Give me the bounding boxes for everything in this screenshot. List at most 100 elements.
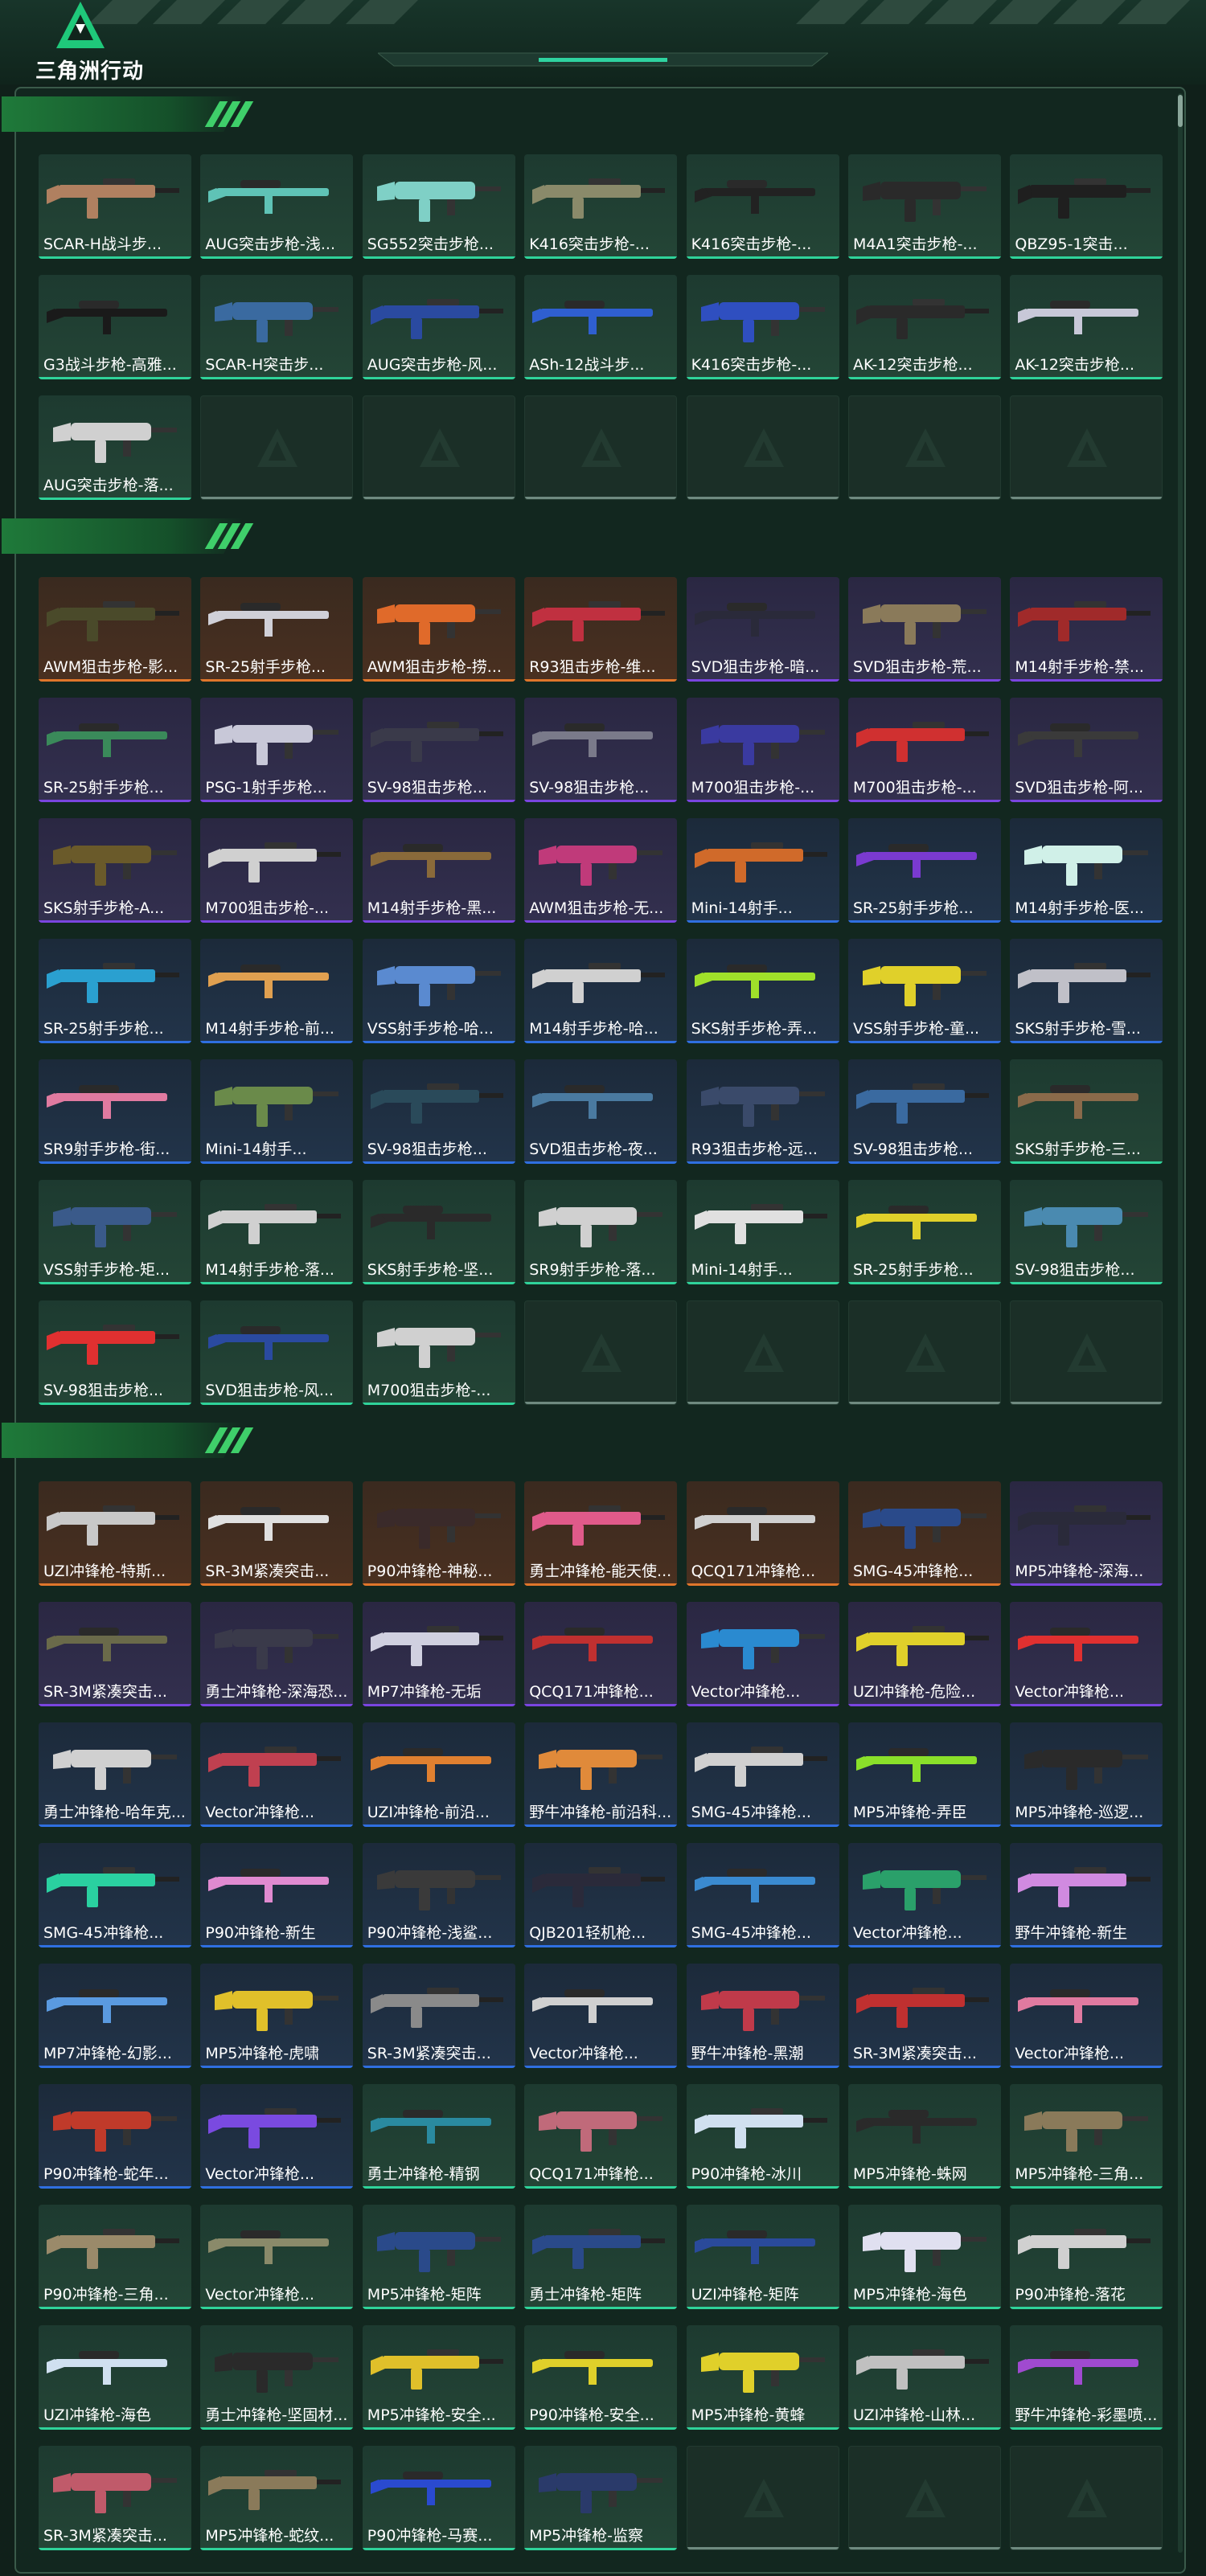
weapon-card[interactable]: SR-3M紧凑突击...	[39, 1602, 191, 1706]
weapon-card[interactable]: VSS射手步枪-矩...	[39, 1180, 191, 1284]
weapon-card[interactable]: M700狙击步枪-...	[686, 698, 839, 802]
weapon-card[interactable]: M14射手步枪-黑...	[362, 818, 515, 923]
weapon-card[interactable]: SVD狙击步枪-暗...	[686, 577, 839, 682]
weapon-card[interactable]: P90冲锋枪-三角...	[39, 2205, 191, 2309]
weapon-card[interactable]: MP5冲锋枪-蛇纹...	[200, 2446, 354, 2550]
weapon-card[interactable]: 野牛冲锋枪-前沿科...	[524, 1722, 678, 1827]
weapon-card[interactable]: SR-25射手步枪...	[39, 939, 191, 1043]
weapon-card[interactable]: AK-12突击步枪...	[1010, 275, 1163, 379]
weapon-card[interactable]: Vector冲锋枪...	[686, 1602, 839, 1706]
weapon-card[interactable]: SVD狙击步枪-风...	[200, 1300, 354, 1405]
weapon-card[interactable]: MP5冲锋枪-安全...	[362, 2325, 515, 2430]
weapon-card[interactable]: Vector冲锋枪...	[848, 1843, 1001, 1947]
weapon-card[interactable]: M700狙击步枪-...	[200, 818, 354, 923]
weapon-card[interactable]: M14射手步枪-哈...	[524, 939, 678, 1043]
weapon-card[interactable]: QJB201轻机枪...	[524, 1843, 678, 1947]
weapon-card[interactable]: VSS射手步枪-童...	[848, 939, 1001, 1043]
weapon-card[interactable]: SV-98狙击步枪...	[362, 1059, 515, 1164]
weapon-card[interactable]: K416突击步枪-...	[686, 154, 839, 259]
weapon-card[interactable]: MP5冲锋枪-海色	[848, 2205, 1001, 2309]
weapon-card[interactable]: AUG突击步枪-落...	[39, 395, 191, 500]
weapon-card[interactable]: M14射手步枪-前...	[200, 939, 354, 1043]
weapon-card[interactable]: SR-25射手步枪...	[848, 818, 1001, 923]
weapon-card[interactable]: ASh-12战斗步...	[524, 275, 678, 379]
weapon-card[interactable]: AWM狙击步枪-影...	[39, 577, 191, 682]
weapon-card[interactable]: SR-3M紧凑突击...	[848, 1964, 1001, 2068]
weapon-card[interactable]: Vector冲锋枪...	[1010, 1964, 1163, 2068]
weapon-card[interactable]: SR-3M紧凑突击...	[362, 1964, 515, 2068]
weapon-card[interactable]: MP5冲锋枪-虎啸	[200, 1964, 354, 2068]
weapon-card[interactable]: M14射手步枪-落...	[200, 1180, 354, 1284]
weapon-card[interactable]: 野牛冲锋枪-新生	[1010, 1843, 1163, 1947]
weapon-card[interactable]: 勇士冲锋枪-矩阵	[524, 2205, 678, 2309]
weapon-card[interactable]: M700狙击步枪-...	[362, 1300, 515, 1405]
weapon-card[interactable]: SV-98狙击步枪...	[848, 1059, 1001, 1164]
weapon-card[interactable]: QBZ95-1突击...	[1010, 154, 1163, 259]
weapon-card[interactable]: SR-25射手步枪...	[39, 698, 191, 802]
weapon-card[interactable]: SV-98狙击步枪...	[362, 698, 515, 802]
weapon-card[interactable]: MP7冲锋枪-幻影...	[39, 1964, 191, 2068]
weapon-card[interactable]: 勇士冲锋枪-能天使...	[524, 1481, 678, 1586]
weapon-card[interactable]: M14射手步枪-禁...	[1010, 577, 1163, 682]
weapon-card[interactable]: UZI冲锋枪-矩阵	[686, 2205, 839, 2309]
weapon-card[interactable]: P90冲锋枪-蛇年...	[39, 2084, 191, 2189]
weapon-card[interactable]: SCAR-H战斗步...	[39, 154, 191, 259]
weapon-card[interactable]: Vector冲锋枪...	[1010, 1602, 1163, 1706]
weapon-card[interactable]: SR9射手步枪-街...	[39, 1059, 191, 1164]
weapon-card[interactable]: AK-12突击步枪...	[848, 275, 1001, 379]
weapon-card[interactable]: MP7冲锋枪-无垢	[362, 1602, 515, 1706]
weapon-card[interactable]: P90冲锋枪-神秘...	[362, 1481, 515, 1586]
scrollbar-track[interactable]	[1178, 93, 1183, 2553]
weapon-card[interactable]: SV-98狙击步枪...	[524, 698, 678, 802]
weapon-card[interactable]: SR-25射手步枪...	[848, 1180, 1001, 1284]
weapon-card[interactable]: UZI冲锋枪-前沿...	[362, 1722, 515, 1827]
weapon-card[interactable]: G3战斗步枪-高雅...	[39, 275, 191, 379]
weapon-card[interactable]: UZI冲锋枪-海色	[39, 2325, 191, 2430]
weapon-card[interactable]: R93狙击步枪-维...	[524, 577, 678, 682]
weapon-card[interactable]: SR-3M紧凑突击...	[39, 2446, 191, 2550]
weapon-card[interactable]: SMG-45冲锋枪...	[686, 1722, 839, 1827]
scrollbar-thumb[interactable]	[1178, 95, 1183, 127]
weapon-card[interactable]: 勇士冲锋枪-坚固材...	[200, 2325, 354, 2430]
weapon-card[interactable]: SMG-45冲锋枪...	[686, 1843, 839, 1947]
weapon-card[interactable]: MP5冲锋枪-弄臣	[848, 1722, 1001, 1827]
weapon-card[interactable]: AUG突击步枪-浅...	[200, 154, 354, 259]
weapon-card[interactable]: SVD狙击步枪-夜...	[524, 1059, 678, 1164]
weapon-card[interactable]: M14射手步枪-医...	[1010, 818, 1163, 923]
weapon-card[interactable]: MP5冲锋枪-深海...	[1010, 1481, 1163, 1586]
weapon-card[interactable]: SMG-45冲锋枪...	[39, 1843, 191, 1947]
weapon-card[interactable]: SR9射手步枪-落...	[524, 1180, 678, 1284]
weapon-card[interactable]: AUG突击步枪-风...	[362, 275, 515, 379]
weapon-card[interactable]: QCQ171冲锋枪...	[524, 2084, 678, 2189]
weapon-card[interactable]: M700狙击步枪-...	[848, 698, 1001, 802]
weapon-card[interactable]: P90冲锋枪-落花	[1010, 2205, 1163, 2309]
weapon-card[interactable]: MP5冲锋枪-三角...	[1010, 2084, 1163, 2189]
weapon-card[interactable]: Vector冲锋枪...	[524, 1964, 678, 2068]
weapon-card[interactable]: AWM狙击步枪-无...	[524, 818, 678, 923]
weapon-card[interactable]: 野牛冲锋枪-彩墨喷...	[1010, 2325, 1163, 2430]
weapon-card[interactable]: SR-3M紧凑突击...	[200, 1481, 354, 1586]
weapon-card[interactable]: P90冲锋枪-浅鲨...	[362, 1843, 515, 1947]
weapon-card[interactable]: P90冲锋枪-新生	[200, 1843, 354, 1947]
weapon-card[interactable]: Vector冲锋枪...	[200, 2084, 354, 2189]
weapon-card[interactable]: MP5冲锋枪-监察	[524, 2446, 678, 2550]
weapon-card[interactable]: SKS射手步枪-弄...	[686, 939, 839, 1043]
weapon-card[interactable]: MP5冲锋枪-巡逻...	[1010, 1722, 1163, 1827]
weapon-card[interactable]: SR-25射手步枪...	[200, 577, 354, 682]
weapon-card[interactable]: MP5冲锋枪-黄蜂	[686, 2325, 839, 2430]
weapon-card[interactable]: AWM狙击步枪-捞...	[362, 577, 515, 682]
weapon-card[interactable]: VSS射手步枪-哈...	[362, 939, 515, 1043]
weapon-card[interactable]: QCQ171冲锋枪...	[686, 1481, 839, 1586]
weapon-card[interactable]: Mini-14射手...	[200, 1059, 354, 1164]
weapon-card[interactable]: Vector冲锋枪...	[200, 2205, 354, 2309]
weapon-card[interactable]: Mini-14射手...	[686, 1180, 839, 1284]
weapon-card[interactable]: MP5冲锋枪-矩阵	[362, 2205, 515, 2309]
weapon-card[interactable]: UZI冲锋枪-危险...	[848, 1602, 1001, 1706]
weapon-card[interactable]: QCQ171冲锋枪...	[524, 1602, 678, 1706]
weapon-card[interactable]: SKS射手步枪-雪...	[1010, 939, 1163, 1043]
weapon-card[interactable]: M4A1突击步枪-...	[848, 154, 1001, 259]
weapon-card[interactable]: SV-98狙击步枪...	[1010, 1180, 1163, 1284]
weapon-card[interactable]: UZI冲锋枪-山林...	[848, 2325, 1001, 2430]
weapon-card[interactable]: Vector冲锋枪...	[200, 1722, 354, 1827]
weapon-card[interactable]: P90冲锋枪-冰川	[686, 2084, 839, 2189]
